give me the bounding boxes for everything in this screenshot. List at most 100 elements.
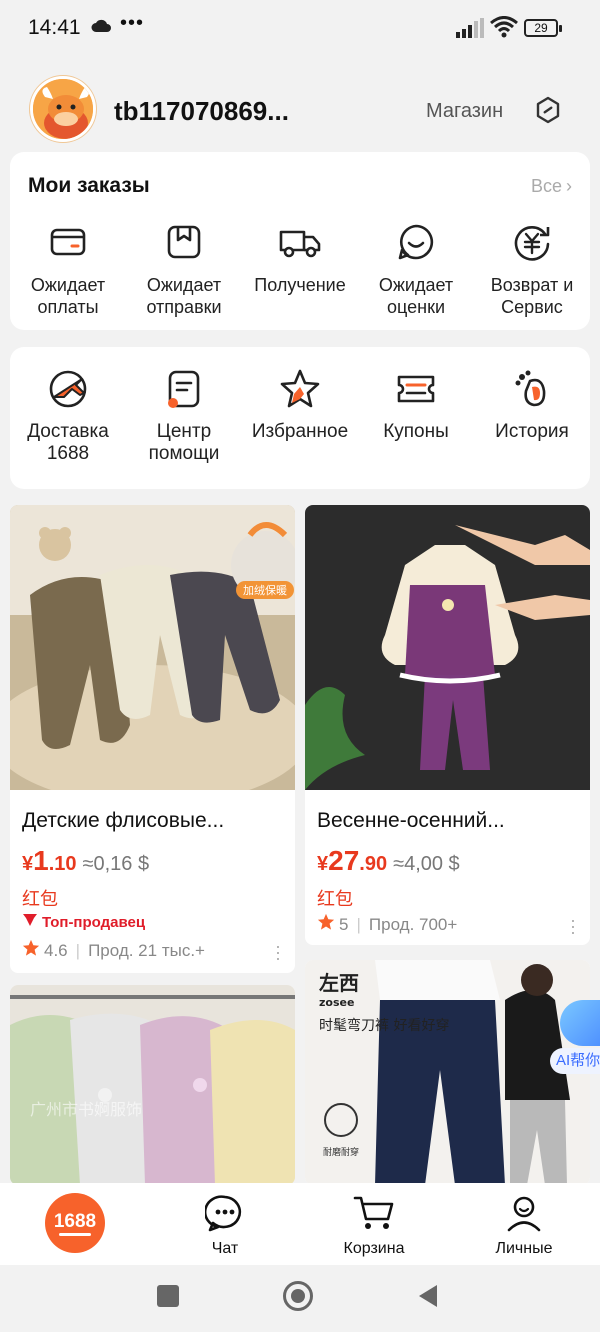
package-icon [162, 220, 206, 264]
order-status-awaiting-review[interactable]: Ожидает оценки [358, 220, 474, 318]
order-status-label: Ожидает оценки [378, 275, 454, 317]
product-rating: 4.6 [44, 940, 68, 960]
service-label: Центр помощи [148, 421, 220, 464]
product-title: Детские флисовые... [22, 809, 225, 832]
system-nav-bar [0, 1265, 600, 1332]
plane-icon [46, 367, 90, 411]
orders-all-link[interactable]: Все › [527, 176, 572, 197]
price-integer: 27 [328, 845, 360, 876]
product-price: ¥1.10 ≈0,16 $ [22, 845, 149, 877]
price-currency: ¥ [317, 853, 329, 875]
top-seller-label: Топ-продавец [42, 913, 146, 931]
brand-sub-text: zosee [319, 996, 354, 1009]
cart-icon [352, 1196, 396, 1237]
more-options-icon[interactable]: · · · [570, 911, 576, 941]
product-price: ¥27.90 ≈4,00 $ [317, 845, 460, 877]
product-card[interactable]: Весенне-осенний... ¥27.90 ≈4,00 $ 红包 5 | … [305, 505, 590, 945]
status-bar: 14:41 ••• 29 [0, 0, 600, 58]
orders-title: Мои заказы [28, 174, 150, 197]
more-options-icon[interactable]: · · · [275, 937, 281, 967]
ai-helper-label: AI帮你 [550, 1048, 600, 1074]
product-rating: 5 [339, 914, 349, 934]
services-icon-row: Доставка 1688 Центр помощи Избранное Куп… [10, 367, 590, 465]
order-status-label: Ожидает оплаты [30, 275, 106, 317]
settings-icon[interactable] [533, 95, 563, 125]
price-currency: ¥ [22, 853, 34, 875]
profile-header: tb117070869... Магазин [0, 70, 600, 150]
nav-profile[interactable]: Личные [469, 1193, 579, 1258]
ai-helper-button[interactable]: AI帮你 [550, 1000, 600, 1080]
cloud-icon [90, 18, 112, 39]
product-title: Весенне-осенний... [317, 809, 505, 832]
wallet-icon [46, 220, 90, 264]
service-label: Избранное [251, 421, 349, 442]
help-doc-icon [162, 367, 206, 411]
chevron-right-icon: › [566, 176, 572, 196]
top-seller-badge: Топ-продавец [22, 913, 145, 931]
order-status-awaiting-shipment[interactable]: Ожидает отправки [126, 220, 242, 318]
order-status-label: Получение [254, 275, 346, 295]
order-status-refund-service[interactable]: Возврат и Сервис [474, 220, 590, 318]
product-sales: Прод. 21 тыс.+ [88, 940, 205, 960]
services-card: Доставка 1688 Центр помощи Избранное Куп… [10, 347, 590, 489]
service-help-center[interactable]: Центр помощи [126, 367, 242, 465]
service-label: История [495, 421, 569, 442]
service-delivery-1688[interactable]: Доставка 1688 [10, 367, 126, 465]
product-image: 加绒保暖 [10, 505, 295, 805]
battery-icon: 29 [524, 19, 562, 37]
shop-link[interactable]: Магазин [426, 100, 503, 123]
price-decimal: .90 [359, 853, 388, 875]
meta-divider: | [75, 940, 81, 960]
price-usd: ≈0,16 $ [82, 853, 150, 875]
orders-icon-row: Ожидает оплаты Ожидает отправки Получени… [10, 220, 590, 318]
nav-cart[interactable]: Корзина [319, 1193, 429, 1258]
truck-icon [278, 220, 322, 264]
nav-chat[interactable]: Чат [170, 1193, 280, 1258]
footprint-icon [510, 367, 554, 411]
product-watermark: 广州市书婀服饰 [30, 1100, 142, 1119]
order-status-receiving[interactable]: Получение [242, 220, 358, 318]
status-time: 14:41 [28, 16, 81, 39]
meta-divider: | [356, 914, 361, 934]
service-history[interactable]: История [474, 367, 590, 465]
product-slogan: 时髦弯刀裤 好看好穿 [319, 1017, 449, 1034]
rating-star-icon [317, 913, 335, 936]
smile-icon [394, 220, 438, 264]
order-status-label: Ожидает отправки [146, 275, 222, 317]
service-favorites[interactable]: Избранное [242, 367, 358, 465]
refund-icon [510, 220, 554, 264]
price-integer: 1 [33, 845, 49, 876]
coupon-icon [394, 367, 438, 411]
product-meta: 4.6 | Прод. 21 тыс.+ [22, 939, 205, 962]
product-image-badge: 加绒保暖 [243, 583, 287, 597]
product-image: 左西 zosee 时髦弯刀裤 好看好穿 耐磨耐穿 [305, 960, 590, 1185]
rating-star-icon [22, 939, 40, 962]
product-card[interactable]: 加绒保暖 Детские флисовые... ¥1.10 ≈0,16 $ 红包… [10, 505, 295, 973]
price-decimal: .10 [48, 853, 77, 875]
service-label: Купоны [383, 421, 449, 442]
home-button[interactable] [283, 1281, 313, 1311]
service-coupons[interactable]: Купоны [358, 367, 474, 465]
nav-chat-label: Чат [211, 1240, 239, 1257]
bottom-nav: 1688 Чат Корзина Личные [0, 1183, 600, 1265]
recent-apps-button[interactable] [157, 1285, 179, 1307]
nav-profile-label: Личные [495, 1240, 553, 1257]
product-card[interactable]: 左西 zosee 时髦弯刀裤 好看好穿 耐磨耐穿 [305, 960, 590, 1185]
brand-logo-text: 左西 [319, 971, 359, 995]
order-status-awaiting-payment[interactable]: Ожидает оплаты [10, 220, 126, 318]
product-meta: 5 | Прод. 700+ [317, 913, 457, 936]
product-card[interactable]: 广州市书婀服饰 [10, 985, 295, 1185]
price-usd: ≈4,00 $ [393, 853, 460, 875]
username[interactable]: tb117070869... [114, 96, 289, 127]
profile-icon [504, 1196, 544, 1237]
back-button[interactable] [417, 1284, 439, 1313]
avatar[interactable] [30, 76, 96, 142]
order-status-label: Возврат и Сервис [490, 275, 574, 317]
product-badge-text: 耐磨耐穿 [323, 1146, 359, 1158]
chat-icon [203, 1195, 245, 1237]
nav-home-1688[interactable]: 1688 [45, 1193, 105, 1253]
orders-card: Мои заказы Все › Ожидает оплаты Ожидает о… [10, 152, 590, 330]
red-packet-tag: 红包 [22, 889, 58, 909]
product-image: 广州市书婀服饰 [10, 985, 295, 1185]
red-packet-tag: 红包 [317, 889, 353, 909]
